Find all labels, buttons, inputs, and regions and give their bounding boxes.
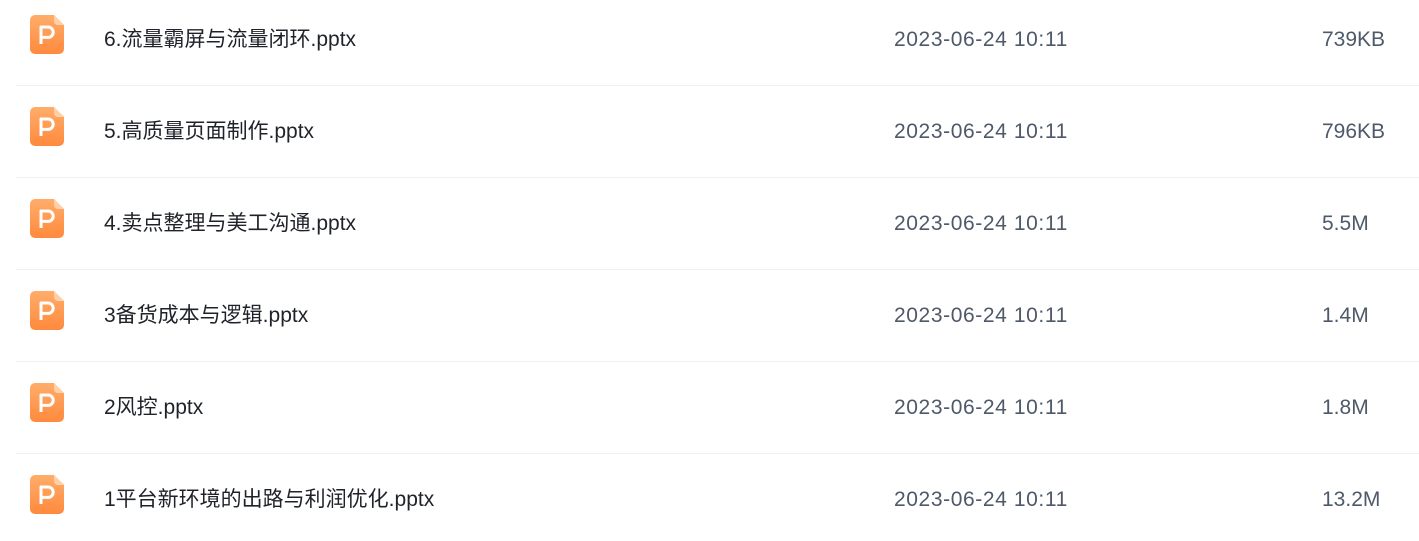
file-row[interactable]: 4.卖点整理与美工沟通.pptx 2023-06-24 10:11 5.5M — [16, 178, 1419, 270]
file-modified-date: 2023-06-24 10:11 — [894, 28, 1068, 51]
file-row[interactable]: 3备货成本与逻辑.pptx 2023-06-24 10:11 1.4M — [16, 270, 1419, 362]
file-row[interactable]: 5.高质量页面制作.pptx 2023-06-24 10:11 796KB — [16, 86, 1419, 178]
pptx-file-icon — [30, 291, 64, 330]
file-name[interactable]: 2风控.pptx — [104, 362, 203, 454]
file-size: 5.5M — [1322, 212, 1369, 235]
file-size: 739KB — [1322, 28, 1386, 51]
file-name[interactable]: 1平台新环境的出路与利润优化.pptx — [104, 454, 434, 541]
file-modified-date: 2023-06-24 10:11 — [894, 212, 1068, 235]
file-size: 796KB — [1322, 120, 1386, 143]
file-list: 6.流量霸屏与流量闭环.pptx 2023-06-24 10:11 739KB … — [0, 0, 1419, 541]
file-modified-date: 2023-06-24 10:11 — [894, 396, 1068, 419]
file-name[interactable]: 5.高质量页面制作.pptx — [104, 86, 314, 178]
file-modified-date: 2023-06-24 10:11 — [894, 488, 1068, 511]
pptx-file-icon — [30, 15, 64, 54]
file-size: 1.4M — [1322, 304, 1369, 327]
file-name[interactable]: 3备货成本与逻辑.pptx — [104, 270, 308, 362]
file-size: 1.8M — [1322, 396, 1369, 419]
file-row[interactable]: 6.流量霸屏与流量闭环.pptx 2023-06-24 10:11 739KB — [16, 0, 1419, 86]
pptx-file-icon — [30, 475, 64, 514]
file-name[interactable]: 4.卖点整理与美工沟通.pptx — [104, 178, 356, 270]
pptx-file-icon — [30, 199, 64, 238]
file-modified-date: 2023-06-24 10:11 — [894, 120, 1068, 143]
file-modified-date: 2023-06-24 10:11 — [894, 304, 1068, 327]
file-name[interactable]: 6.流量霸屏与流量闭环.pptx — [104, 0, 356, 86]
file-row[interactable]: 1平台新环境的出路与利润优化.pptx 2023-06-24 10:11 13.… — [16, 454, 1419, 541]
file-row[interactable]: 2风控.pptx 2023-06-24 10:11 1.8M — [16, 362, 1419, 454]
pptx-file-icon — [30, 383, 64, 422]
file-size: 13.2M — [1322, 488, 1381, 511]
pptx-file-icon — [30, 107, 64, 146]
